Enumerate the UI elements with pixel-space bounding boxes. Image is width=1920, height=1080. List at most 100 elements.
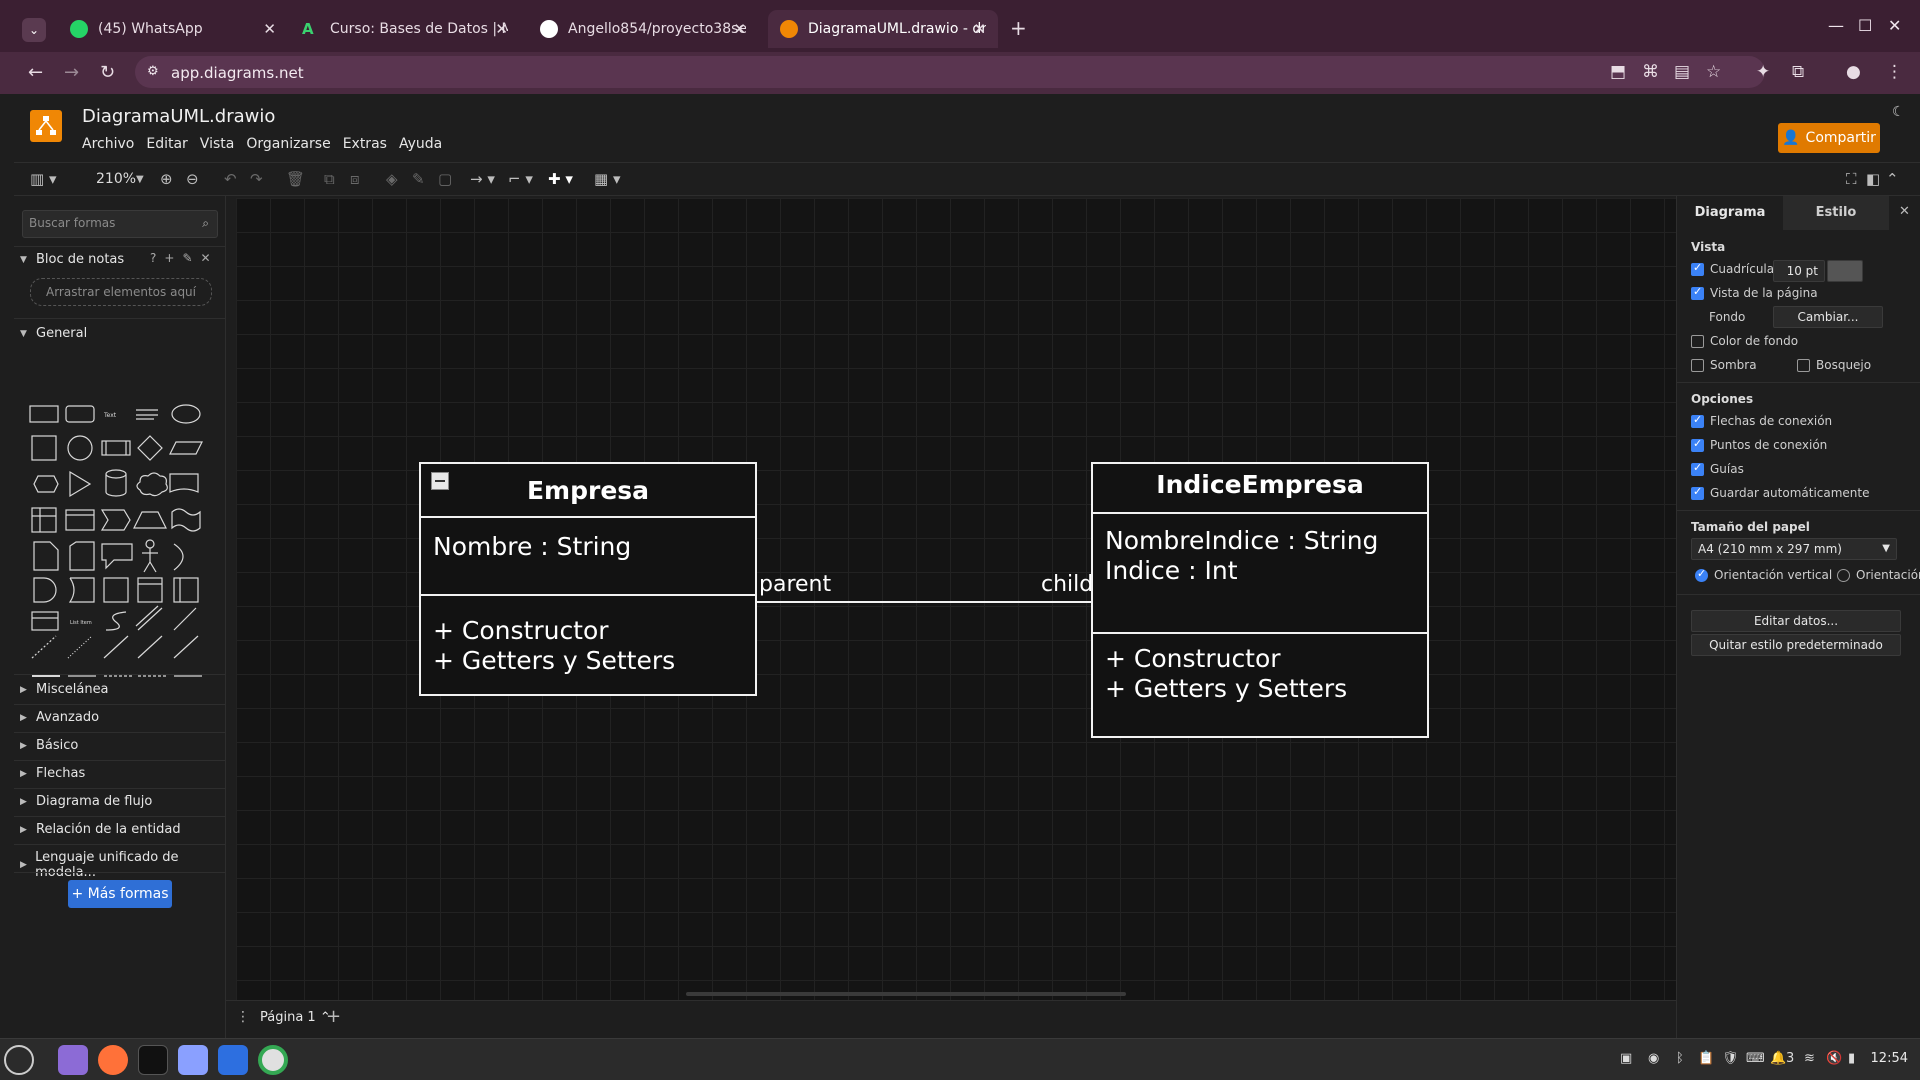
redo-icon[interactable]: ↷ [250,170,263,188]
sketch-option[interactable]: Bosquejo [1797,358,1871,372]
category-avanzado[interactable]: ▶ Avanzado [20,710,99,725]
guides-option[interactable]: Guías [1691,461,1744,476]
profile-avatar[interactable]: ● [1846,62,1861,82]
grid-option[interactable]: Cuadrícula [1691,261,1774,276]
tab-moodle-course[interactable]: A Curso: Bases de Datos | Mála ✕ [290,12,520,46]
tab-estilo[interactable]: Estilo [1783,196,1889,230]
scratchpad-header[interactable]: ▼ Bloc de notas [20,252,124,267]
forward-icon[interactable]: → [64,62,79,83]
menu-archivo[interactable]: Archivo [82,136,134,152]
omnibox[interactable]: ⚙ app.diagrams.net [135,56,1765,88]
pages-menu-icon[interactable]: ⋮ [236,1009,250,1025]
keyboard-icon[interactable]: ⌨ [1746,1051,1765,1066]
undo-icon[interactable]: ↶ [224,170,237,188]
battery-icon[interactable]: ▮ [1848,1051,1855,1066]
notifications-icon[interactable]: 🔔 [1770,1051,1786,1066]
insert-plus-icon[interactable]: ✚ ▾ [548,170,573,188]
volume-mute-icon[interactable]: 🔇 [1826,1051,1842,1066]
waypoints-icon[interactable]: ⌐ ▾ [508,170,533,188]
fullscreen-icon[interactable]: ⛶ [1846,170,1857,188]
close-icon[interactable]: ✕ [263,20,276,38]
category-basico[interactable]: ▶ Básico [20,738,78,753]
autosave-checkbox[interactable] [1691,485,1704,500]
portrait-option[interactable]: Orientación vertical [1695,567,1832,582]
notes-icon[interactable] [218,1045,248,1075]
grid-color-picker[interactable] [1827,260,1863,282]
edit-data-button[interactable]: Editar datos... [1691,610,1901,632]
clear-default-style-button[interactable]: Quitar estilo predeterminado [1691,634,1901,656]
attribute-row[interactable]: NombreIndice : String [1105,526,1378,556]
menu-extras[interactable]: Extras [343,136,387,152]
clock[interactable]: 12:54 [1871,1051,1908,1066]
maximize-icon[interactable]: ☐ [1858,16,1872,35]
start-menu-icon[interactable] [4,1045,34,1075]
document-title[interactable]: DiagramaUML.drawio [82,106,275,127]
guides-checkbox[interactable] [1691,461,1704,476]
menu-ayuda[interactable]: Ayuda [399,136,442,152]
search-icon[interactable]: ⌕ [202,216,209,231]
category-flechas[interactable]: ▶ Flechas [20,766,85,781]
close-icon[interactable]: ✕ [201,251,211,265]
shadow-option[interactable]: Sombra [1691,358,1757,372]
install-app-icon[interactable]: ⬒ [1610,62,1626,82]
category-relacion-entidad[interactable]: ▶ Relación de la entidad [20,822,181,837]
method-row[interactable]: + Constructor [1105,644,1281,674]
shield-icon[interactable]: 🛡 [1722,1051,1739,1066]
zoom-in-icon[interactable]: ⊕ [160,170,173,188]
close-icon[interactable]: ✕ [733,20,746,38]
connection-arrows-option[interactable]: Flechas de conexión [1691,413,1832,428]
to-back-icon[interactable]: ⧈ [350,170,360,188]
scratchpad-drop-zone[interactable]: Arrastrar elementos aquí [30,278,212,306]
edge-label-parent[interactable]: parent [759,572,831,597]
back-icon[interactable]: ← [28,62,43,83]
close-icon[interactable]: ✕ [973,20,986,38]
new-tab-button[interactable]: + [1010,16,1027,40]
general-section-header[interactable]: ▼ General [20,326,87,341]
attribute-row[interactable]: Nombre : String [433,532,631,562]
autosave-option[interactable]: Guardar automáticamente [1691,485,1870,500]
shadow-icon[interactable]: ▢ [438,170,452,188]
landscape-radio[interactable] [1837,568,1850,582]
add-page-icon[interactable]: + [326,1006,341,1027]
close-panel-icon[interactable]: ✕ [1899,204,1910,219]
menu-vista[interactable]: Vista [200,136,235,152]
page-tab[interactable]: Página 1 ⌃ [260,1010,331,1025]
to-front-icon[interactable]: ⧉ [324,170,335,188]
tab-whatsapp[interactable]: (45) WhatsApp ✕ [58,12,288,46]
minimize-icon[interactable]: — [1828,16,1844,35]
attribute-row[interactable]: Indice : Int [1105,556,1238,586]
url-text[interactable]: app.diagrams.net [171,64,304,82]
collapse-icon[interactable]: ⌃ [1886,170,1899,188]
horizontal-scrollbar[interactable] [686,992,1126,996]
browser-menu-icon[interactable]: ⋮ [1886,62,1903,82]
connection-points-checkbox[interactable] [1691,437,1704,452]
dark-mode-icon[interactable]: ☾ [1892,104,1905,120]
tab-github[interactable]: Angello854/proyecto38segu ✕ [528,12,758,46]
translate-icon[interactable]: ⌘ [1642,62,1659,82]
paper-size-select[interactable]: A4 (210 mm x 297 mm) ▼ [1691,538,1897,560]
menu-editar[interactable]: Editar [146,136,187,152]
grid-checkbox[interactable] [1691,261,1704,276]
general-shapes-palette[interactable]: Text List Item [26,386,216,686]
share-button[interactable]: 👤 Compartir [1778,123,1880,153]
tab-diagrama[interactable]: Diagrama [1677,196,1783,230]
delete-icon[interactable]: 🗑 [286,170,305,188]
zoom-dropdown-icon[interactable]: ▼ [136,174,144,185]
category-uml[interactable]: ▶ Lenguaje unificado de modela... [20,850,225,880]
bluetooth-icon[interactable]: ᛒ [1676,1051,1684,1066]
menu-organizarse[interactable]: Organizarse [246,136,330,152]
clipboard-icon[interactable]: 📋 [1698,1051,1714,1066]
reload-icon[interactable]: ↻ [100,62,115,83]
connection-arrows-checkbox[interactable] [1691,413,1704,428]
method-row[interactable]: + Constructor [433,616,609,646]
terminal-icon[interactable] [138,1045,168,1075]
help-icon[interactable]: ? [150,251,156,265]
bg-color-option[interactable]: Color de fondo [1691,334,1798,348]
landscape-option[interactable]: Orientación [1837,568,1920,582]
close-window-icon[interactable]: ✕ [1888,16,1901,35]
page-view-checkbox[interactable] [1691,285,1704,300]
tray-app-icon[interactable]: ▣ [1620,1051,1632,1066]
connection-points-option[interactable]: Puntos de conexión [1691,437,1827,452]
tray-eye-icon[interactable]: ◉ [1648,1051,1659,1066]
connection-style-icon[interactable]: → ▾ [470,170,495,188]
